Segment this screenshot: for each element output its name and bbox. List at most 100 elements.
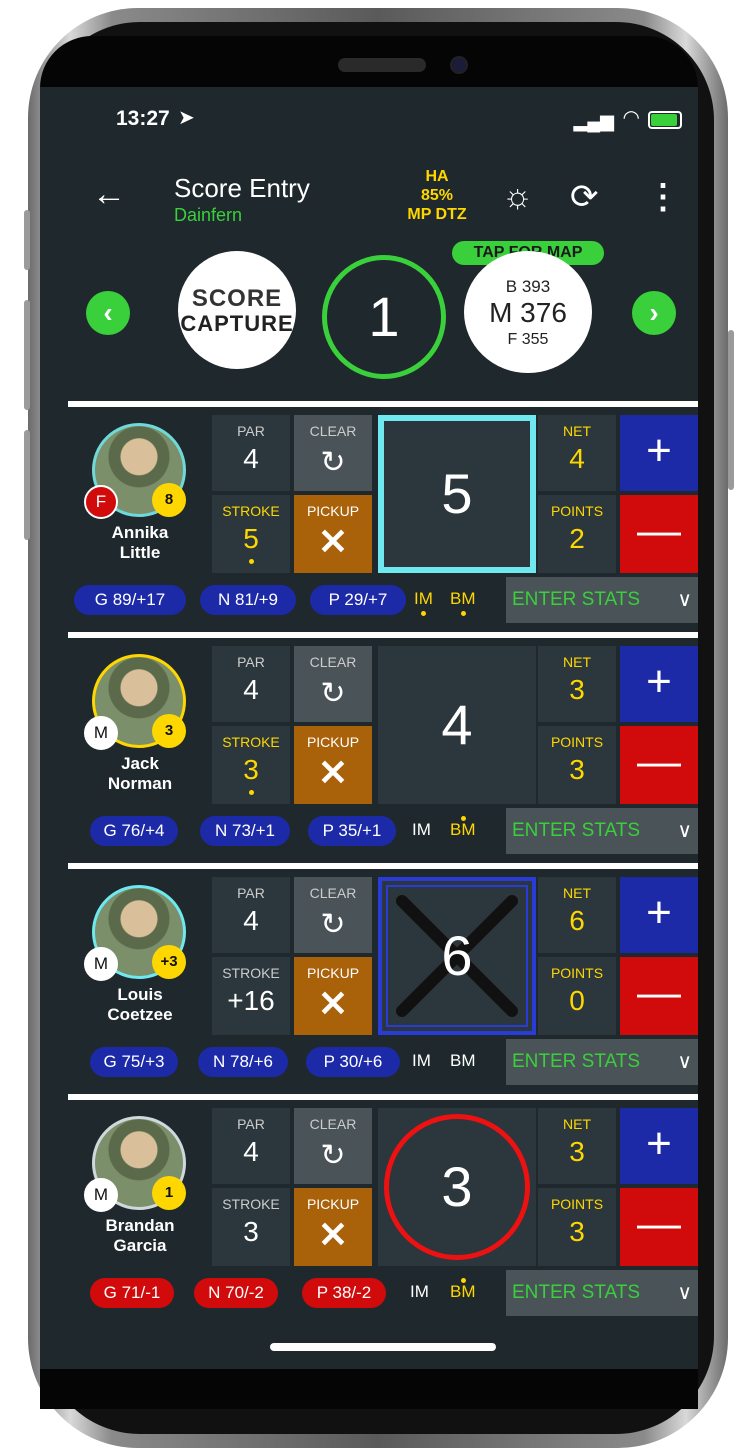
refresh-icon: ↻ bbox=[320, 446, 346, 479]
stroke-tile: STROKE 3 bbox=[212, 726, 290, 804]
refresh-icon: ↻ bbox=[320, 1139, 346, 1172]
refresh-icon: ↻ bbox=[320, 677, 346, 710]
ha-label: HA bbox=[425, 168, 449, 185]
stroke-value: +16 bbox=[227, 985, 275, 1016]
more-vertical-icon[interactable]: ⋮ bbox=[646, 177, 680, 217]
net-value: 3 bbox=[569, 674, 585, 705]
points-tile: POINTS 2 bbox=[538, 495, 616, 573]
par-value: 4 bbox=[243, 443, 259, 474]
player-name: Jack Norman bbox=[107, 754, 173, 793]
hole-distances[interactable]: B 393 M 376 F 355 bbox=[464, 251, 592, 373]
handicap-badge: 3 bbox=[152, 714, 186, 748]
stats-row: G 71/-1 N 70/-2 P 38/-2 IM BM ENTER STAT… bbox=[68, 1270, 698, 1316]
increment-button[interactable]: + bbox=[620, 877, 698, 953]
page-title: Score Entry bbox=[174, 173, 310, 203]
close-icon: ✕ bbox=[317, 752, 349, 793]
signal-icon: ▂▄▆ bbox=[573, 111, 614, 131]
im-indicator[interactable]: IM bbox=[412, 1051, 431, 1071]
location-arrow-icon: ➤ bbox=[178, 107, 195, 129]
points-value: 2 bbox=[569, 523, 585, 554]
im-indicator[interactable]: IM bbox=[412, 820, 431, 840]
clear-button[interactable]: CLEAR ↻ bbox=[294, 646, 372, 722]
decrement-button[interactable]: — bbox=[620, 726, 698, 804]
decrement-button[interactable]: — bbox=[620, 495, 698, 573]
points-tile: POINTS 3 bbox=[538, 726, 616, 804]
par-value: 4 bbox=[243, 905, 259, 936]
score-capture-logo: SCORE CAPTURE bbox=[178, 251, 296, 369]
net-tile: NET 4 bbox=[538, 415, 616, 491]
stroke-tile: STROKE +16 bbox=[212, 957, 290, 1035]
points-tile: POINTS 0 bbox=[538, 957, 616, 1035]
points-value: 3 bbox=[569, 1216, 585, 1247]
decrement-button[interactable]: — bbox=[620, 957, 698, 1035]
brightness-icon[interactable]: ☼ bbox=[502, 177, 533, 216]
next-hole-button[interactable]: › bbox=[632, 291, 676, 335]
gross-pill: G 71/-1 bbox=[90, 1278, 174, 1308]
gross-pill: G 76/+4 bbox=[90, 816, 178, 846]
speaker bbox=[338, 58, 426, 72]
status-bar: 13:27 ➤ ▂▄▆ ◠ bbox=[40, 87, 698, 151]
chevron-down-icon: ∨ bbox=[677, 589, 692, 611]
stroke-tile: STROKE 3 bbox=[212, 1188, 290, 1266]
score-box[interactable]: 5 bbox=[378, 415, 536, 573]
bm-indicator[interactable]: BM bbox=[450, 1278, 476, 1302]
pickup-button[interactable]: PICKUP ✕ bbox=[294, 726, 372, 804]
pickup-button[interactable]: PICKUP ✕ bbox=[294, 1188, 372, 1266]
enter-stats-button[interactable]: ENTER STATS ∨ bbox=[506, 808, 698, 854]
home-indicator[interactable] bbox=[270, 1343, 496, 1351]
app-header: ← Score Entry Dainfern HA 85% MP DTZ ☼ ⟳… bbox=[40, 151, 698, 239]
net-value: 6 bbox=[569, 905, 585, 936]
clear-button[interactable]: CLEAR ↻ bbox=[294, 877, 372, 953]
enter-stats-button[interactable]: ENTER STATS ∨ bbox=[506, 1039, 698, 1085]
player-name: Louis Coetzee bbox=[107, 985, 173, 1024]
stroke-tile: STROKE 5 bbox=[212, 495, 290, 573]
pickup-button[interactable]: PICKUP ✕ bbox=[294, 495, 372, 573]
close-icon: ✕ bbox=[317, 983, 349, 1024]
ha-format: MP DTZ bbox=[407, 206, 467, 223]
score-box[interactable]: 3 bbox=[378, 1108, 536, 1266]
enter-stats-button[interactable]: ENTER STATS ∨ bbox=[506, 1270, 698, 1316]
side-button bbox=[728, 330, 734, 490]
enter-stats-button[interactable]: ENTER STATS ∨ bbox=[506, 577, 698, 623]
score-box[interactable]: 6 bbox=[378, 877, 536, 1035]
hole-number[interactable]: 1 bbox=[322, 255, 446, 379]
pickup-button[interactable]: PICKUP ✕ bbox=[294, 957, 372, 1035]
decrement-button[interactable]: — bbox=[620, 1188, 698, 1266]
previous-hole-button[interactable]: ‹ bbox=[86, 291, 130, 335]
increment-button[interactable]: + bbox=[620, 1108, 698, 1184]
tee-badge: M bbox=[84, 716, 118, 750]
stroke-value: 3 bbox=[243, 754, 259, 785]
handicap-allowance[interactable]: HA 85% MP DTZ bbox=[392, 167, 482, 224]
points-value: 3 bbox=[569, 754, 585, 785]
stroke-dot bbox=[249, 559, 254, 564]
score-box[interactable]: 4 bbox=[378, 646, 536, 804]
increment-button[interactable]: + bbox=[620, 646, 698, 722]
net-value: 4 bbox=[569, 443, 585, 474]
net-tile: NET 3 bbox=[538, 1108, 616, 1184]
stats-row: G 89/+17 N 81/+9 P 29/+7 IM BM ENTER STA… bbox=[68, 577, 698, 623]
battery-icon bbox=[648, 111, 682, 129]
refresh-icon[interactable]: ⟳ bbox=[570, 177, 599, 217]
handicap-badge: 8 bbox=[152, 483, 186, 517]
im-indicator[interactable]: IM bbox=[414, 589, 433, 616]
middle-distance: M 376 bbox=[489, 297, 567, 328]
clear-button[interactable]: CLEAR ↻ bbox=[294, 1108, 372, 1184]
par-value: 4 bbox=[243, 674, 259, 705]
chevron-down-icon: ∨ bbox=[677, 820, 692, 842]
player-name: Annika Little bbox=[111, 523, 169, 562]
clear-button[interactable]: CLEAR ↻ bbox=[294, 415, 372, 491]
side-button bbox=[24, 430, 30, 540]
bm-indicator[interactable]: BM bbox=[450, 1051, 476, 1071]
player-name: Brandan Garcia bbox=[105, 1216, 175, 1255]
par-tile: PAR 4 bbox=[212, 646, 290, 722]
par-tile: PAR 4 bbox=[212, 415, 290, 491]
im-indicator[interactable]: IM bbox=[410, 1282, 429, 1302]
bm-indicator[interactable]: BM bbox=[450, 816, 476, 840]
increment-button[interactable]: + bbox=[620, 415, 698, 491]
back-arrow-icon[interactable]: ← bbox=[92, 175, 126, 214]
tee-badge: M bbox=[84, 947, 118, 981]
player-info: M 3 Jack Norman bbox=[68, 638, 212, 808]
tee-badge: M bbox=[84, 1178, 118, 1212]
bm-indicator[interactable]: BM bbox=[450, 589, 476, 616]
gross-pill: G 75/+3 bbox=[90, 1047, 178, 1077]
